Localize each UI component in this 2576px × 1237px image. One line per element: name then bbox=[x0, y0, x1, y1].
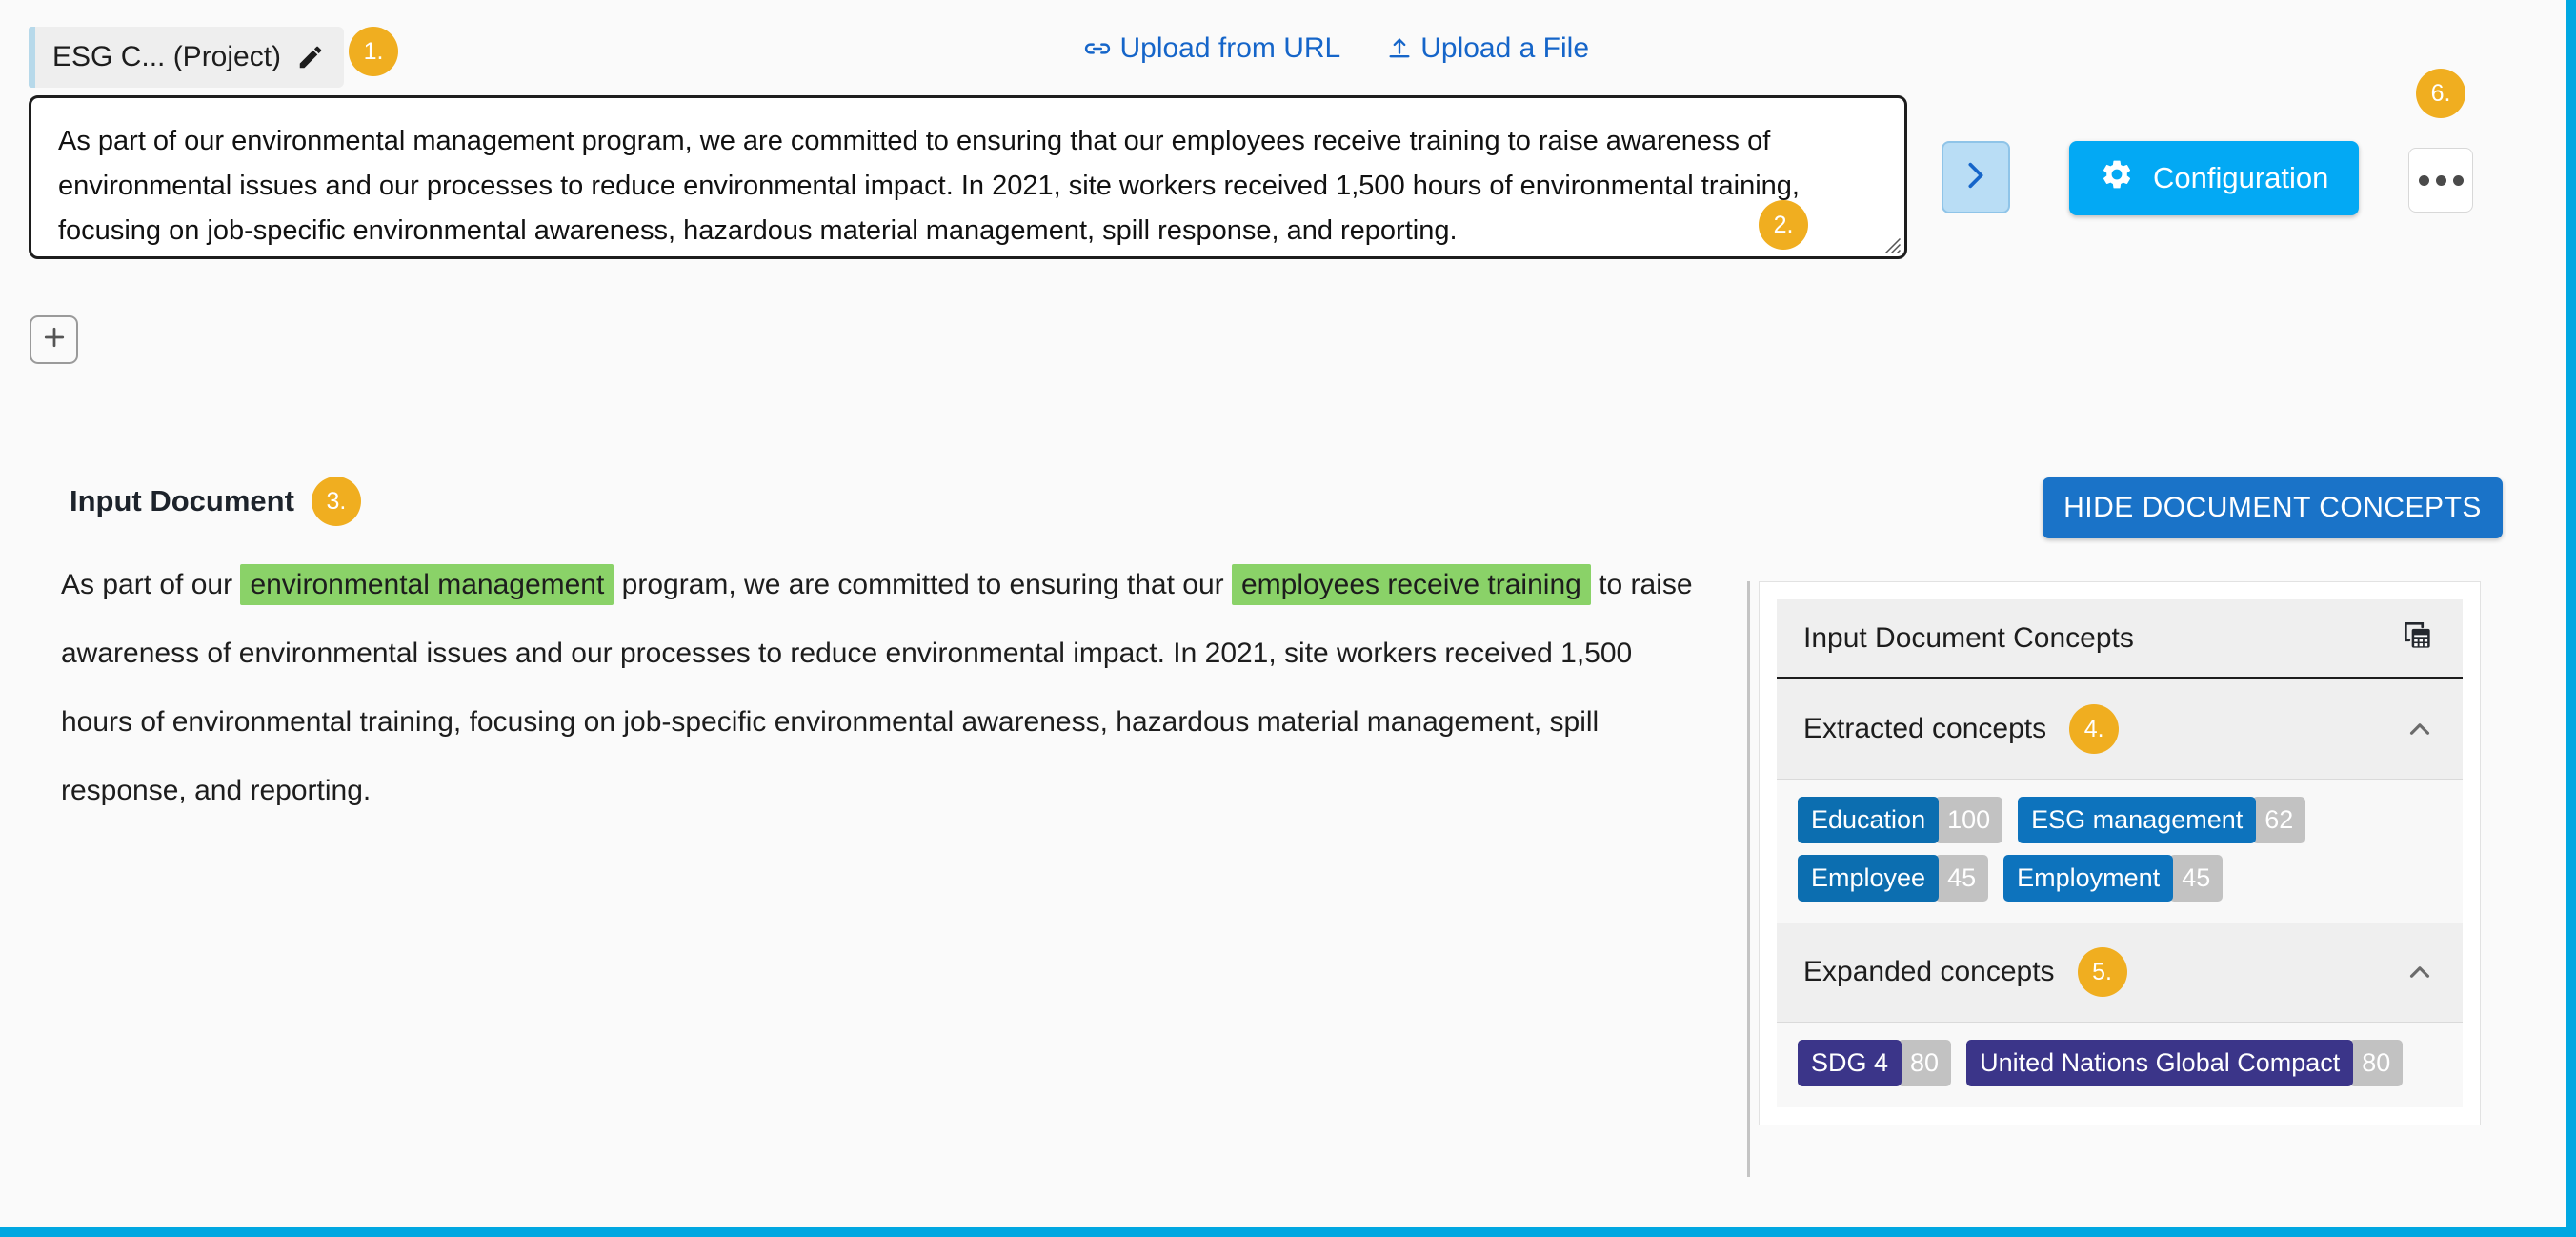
marker-5: 5. bbox=[2077, 947, 2127, 997]
concepts-panel-header: Input Document Concepts bbox=[1777, 599, 2463, 679]
concept-tag-score: 62 bbox=[2252, 797, 2306, 843]
document-text: As part of our environmental management … bbox=[61, 551, 1709, 825]
marker-1: 1. bbox=[349, 27, 398, 76]
input-document-concepts-panel: Input Document Concepts Extracted concep… bbox=[1759, 581, 2481, 1125]
concept-tag[interactable]: United Nations Global Compact 80 bbox=[1966, 1040, 2404, 1086]
marker-6: 6. bbox=[2416, 69, 2465, 118]
concept-tag-label: Employment bbox=[2003, 855, 2174, 902]
concept-tag-score: 80 bbox=[2349, 1040, 2404, 1086]
document-text-run: As part of our bbox=[61, 569, 241, 600]
ellipsis-icon bbox=[2418, 174, 2464, 186]
concept-tag[interactable]: ESG management 62 bbox=[2018, 797, 2306, 843]
pencil-icon[interactable] bbox=[296, 43, 325, 71]
input-textarea-wrapper: As part of our environmental management … bbox=[29, 95, 1907, 259]
concept-tag-label: Education bbox=[1798, 797, 1940, 843]
upload-a-file-link[interactable]: Upload a File bbox=[1386, 32, 1589, 65]
marker-4: 4. bbox=[2069, 704, 2120, 754]
concept-tag[interactable]: Employment 45 bbox=[2003, 855, 2224, 902]
document-text-run: program, we are committed to ensuring th… bbox=[614, 569, 1232, 600]
concept-tag[interactable]: Education 100 bbox=[1798, 797, 2003, 843]
run-button[interactable] bbox=[1942, 141, 2010, 213]
concept-tag-score: 45 bbox=[2169, 855, 2224, 902]
concept-tag-score: 45 bbox=[1935, 855, 1989, 902]
app-root: ESG C... (Project) 1. Upload from URL Up… bbox=[0, 0, 2576, 1237]
concept-tag-label: ESG management bbox=[2018, 797, 2257, 843]
marker-2: 2. bbox=[1759, 200, 1808, 250]
configuration-label: Configuration bbox=[2153, 161, 2329, 194]
upload-a-file-label: Upload a File bbox=[1420, 32, 1589, 64]
upload-links: Upload from URL Upload a File bbox=[1083, 32, 1589, 65]
project-tab-label: ESG C... (Project) bbox=[52, 41, 282, 72]
marker-3: 3. bbox=[311, 477, 361, 526]
input-textarea[interactable]: As part of our environmental management … bbox=[29, 95, 1907, 259]
concept-tag[interactable]: SDG 4 80 bbox=[1798, 1040, 1952, 1086]
concept-tag[interactable]: Employee 45 bbox=[1798, 855, 1989, 902]
concept-tag-score: 100 bbox=[1935, 797, 2003, 843]
more-options-button[interactable] bbox=[2408, 148, 2473, 213]
upload-from-url-link[interactable]: Upload from URL bbox=[1083, 32, 1340, 65]
concept-tag-label: SDG 4 bbox=[1798, 1040, 1902, 1086]
upload-icon bbox=[1386, 34, 1413, 63]
concepts-section-title: Expanded concepts bbox=[1803, 956, 2055, 987]
concept-tag-list: Education 100 ESG management 62 Employee 45 Em… bbox=[1777, 780, 2463, 923]
chevron-right-icon bbox=[1960, 156, 1992, 199]
concept-tag-label: Employee bbox=[1798, 855, 1940, 902]
concepts-section-header[interactable]: Expanded concepts 5. bbox=[1777, 923, 2463, 1023]
panel-divider bbox=[1747, 581, 1750, 1177]
top-bar: ESG C... (Project) 1. Upload from URL Up… bbox=[0, 0, 2576, 95]
chevron-up-icon[interactable] bbox=[2404, 713, 2436, 745]
concepts-panel-title: Input Document Concepts bbox=[1803, 621, 2134, 654]
highlighted-concept[interactable]: employees receive training bbox=[1231, 564, 1591, 605]
plus-icon bbox=[40, 323, 69, 356]
concepts-section-title: Extracted concepts bbox=[1803, 713, 2047, 744]
project-tab[interactable]: ESG C... (Project) bbox=[29, 27, 345, 88]
table-copy-icon[interactable] bbox=[2400, 618, 2436, 659]
input-document-heading: Input Document 3. bbox=[70, 477, 361, 526]
configuration-button[interactable]: Configuration bbox=[2069, 141, 2360, 215]
concepts-sections: Extracted concepts 4. Education 100 ESG mana… bbox=[1777, 679, 2463, 1107]
page-title: Input Document bbox=[70, 484, 294, 517]
upload-from-url-label: Upload from URL bbox=[1119, 32, 1341, 64]
concept-tag-label: United Nations Global Compact bbox=[1966, 1040, 2354, 1086]
link-icon bbox=[1083, 34, 1112, 63]
gear-icon bbox=[2100, 157, 2134, 199]
concept-tag-list: SDG 4 80 United Nations Global Compact 80 bbox=[1777, 1023, 2463, 1107]
chevron-up-icon[interactable] bbox=[2404, 956, 2436, 988]
concepts-section-header[interactable]: Extracted concepts 4. bbox=[1777, 679, 2463, 780]
hide-document-concepts-button[interactable]: HIDE DOCUMENT CONCEPTS bbox=[2043, 477, 2503, 538]
concept-tag-score: 80 bbox=[1898, 1040, 1952, 1086]
highlighted-concept[interactable]: environmental management bbox=[240, 564, 614, 605]
add-input-button[interactable] bbox=[30, 315, 78, 364]
